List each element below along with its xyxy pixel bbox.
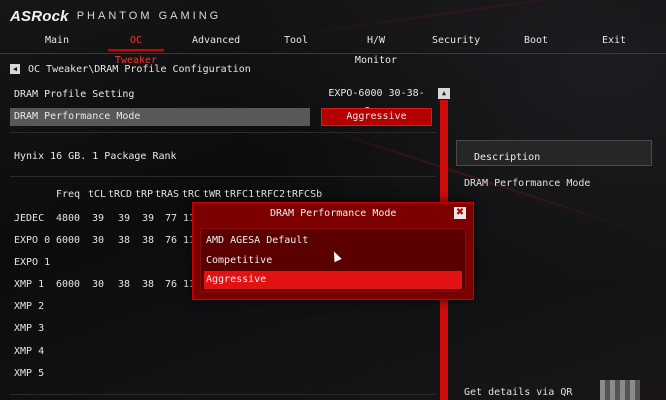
table-cell: 39 <box>118 213 131 224</box>
tab-advanced[interactable]: Advanced <box>192 31 240 53</box>
tab-boot[interactable]: Boot <box>520 31 552 53</box>
popup-title: DRAM Performance Mode <box>270 208 397 219</box>
tab-security[interactable]: Security <box>432 31 480 53</box>
table-cell: 38 <box>118 235 131 246</box>
table-row-name: XMP 3 <box>14 323 45 334</box>
table-cell: 38 <box>118 279 131 290</box>
description-text: DRAM Performance Mode <box>464 178 591 189</box>
table-header: tRCD <box>108 189 133 200</box>
description-title: Description <box>474 152 541 163</box>
table-cell: 38 <box>142 279 155 290</box>
tab-tool[interactable]: Tool <box>280 31 312 53</box>
table-cell: 76 <box>165 235 178 246</box>
dram-profile-setting-label: DRAM Profile Setting <box>14 89 135 100</box>
breadcrumb: ◀ OC Tweaker\DRAM Profile Configuration <box>10 62 251 76</box>
top-navigation: Main OC Tweaker Advanced Tool H/W Monito… <box>0 31 666 66</box>
table-cell: 6000 <box>56 279 81 290</box>
section-divider <box>10 394 436 395</box>
section-divider <box>10 132 436 133</box>
memory-info: Hynix 16 GB. 1 Package Rank <box>14 151 177 162</box>
breadcrumb-path: OC Tweaker\DRAM Profile Configuration <box>28 63 251 75</box>
table-header: tRFC2 <box>255 189 286 200</box>
tab-exit[interactable]: Exit <box>600 31 628 53</box>
table-cell: 77 <box>165 213 178 224</box>
table-cell: 39 <box>92 213 105 224</box>
brand-subtitle: PHANTOM GAMING <box>76 10 222 22</box>
table-row-name: EXPO 1 <box>14 257 51 268</box>
section-divider <box>10 176 436 177</box>
table-cell: 76 <box>165 279 178 290</box>
scroll-up-arrow-icon[interactable]: ▲ <box>438 88 450 99</box>
table-header: tRFC1 <box>224 189 255 200</box>
background <box>0 0 666 400</box>
qr-hint: Get details via QR <box>464 387 573 398</box>
table-header: tRAS <box>155 189 180 200</box>
table-row-name: XMP 1 <box>14 279 45 290</box>
dram-performance-mode-value[interactable]: Aggressive <box>321 108 432 126</box>
table-cell: 30 <box>92 279 105 290</box>
option-aggressive[interactable]: Aggressive <box>204 271 462 289</box>
close-icon[interactable]: ✖ <box>454 207 466 219</box>
table-header: tRC <box>182 189 201 200</box>
back-arrow-icon[interactable]: ◀ <box>10 64 20 74</box>
table-cell: 38 <box>142 235 155 246</box>
table-header: tRP <box>135 189 154 200</box>
table-cell: 4800 <box>56 213 81 224</box>
table-header: tWR <box>203 189 222 200</box>
table-header: Freq <box>56 189 81 200</box>
qr-code-image <box>600 380 640 400</box>
dram-performance-mode-label: DRAM Performance Mode <box>14 111 141 122</box>
table-cell: 30 <box>92 235 105 246</box>
tab-hw-monitor[interactable]: H/W Monitor <box>344 31 408 66</box>
table-row-name: XMP 2 <box>14 301 45 312</box>
table-cell: 6000 <box>56 235 81 246</box>
table-row-name: JEDEC <box>14 213 45 224</box>
table-row-name: XMP 4 <box>14 346 45 357</box>
brand-logo: ASRock <box>10 7 69 25</box>
dram-profile-setting-value[interactable]: EXPO-6000 30-38-3... <box>321 85 432 117</box>
tab-main[interactable]: Main <box>40 31 74 53</box>
nav-divider <box>0 53 666 54</box>
option-amd-agesa-default[interactable]: AMD AGESA Default <box>204 232 462 250</box>
tab-oc-tweaker[interactable]: OC Tweaker <box>108 31 164 66</box>
table-row-name: XMP 5 <box>14 368 45 379</box>
brand-header: ASRock PHANTOM GAMING <box>10 6 221 26</box>
table-cell: 39 <box>142 213 155 224</box>
table-row-name: EXPO 0 <box>14 235 51 246</box>
table-header: tRFCSb <box>286 189 323 200</box>
table-header: tCL <box>88 189 107 200</box>
